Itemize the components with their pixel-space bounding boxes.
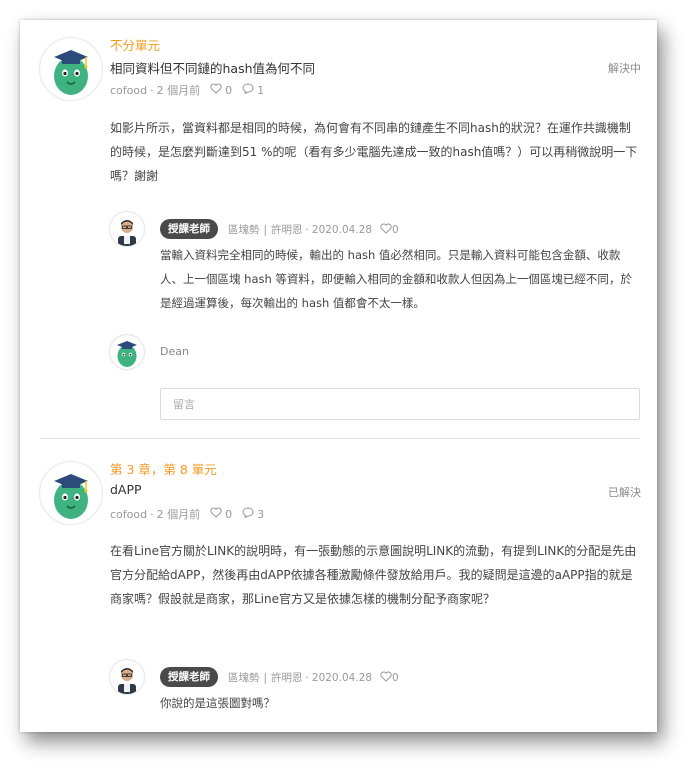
like-count: 0 — [392, 223, 399, 236]
reply-meta: 區塊勢 | 許明恩 · 2020.04.28 0 — [228, 222, 399, 237]
chat-bubble-icon[interactable] — [242, 83, 254, 97]
meta-separator: | — [263, 223, 268, 236]
user-avatar[interactable] — [40, 462, 102, 524]
course-name[interactable]: 區塊勢 — [228, 222, 260, 237]
teacher-avatar[interactable] — [110, 212, 144, 246]
reply-body: 當輸入資料完全相同的時候，輸出的 hash 值必然相同。只是輸入資料可能包含金額… — [160, 248, 632, 310]
author-name[interactable]: cofood — [110, 84, 147, 97]
post-time: 2 個月前 — [156, 84, 201, 97]
meta-separator: · — [305, 223, 309, 236]
comment-count: 3 — [257, 507, 265, 521]
commenter-avatar[interactable] — [110, 335, 144, 369]
like-count: 0 — [392, 671, 399, 684]
qa-panel: 不分單元 相同資料但不同鏈的hash值為何不同 解決中 cofood · 2 個… — [20, 20, 657, 732]
chat-bubble-icon[interactable] — [242, 507, 254, 521]
meta-separator: · — [305, 671, 309, 684]
post-time: 2 個月前 — [156, 508, 201, 521]
question-meta: cofood · 2 個月前 0 3 — [110, 506, 264, 522]
meta-separator: · — [150, 83, 154, 97]
unit-label[interactable]: 不分單元 — [110, 35, 160, 54]
reply-body: 你說的是這張圖對嗎？ — [160, 696, 275, 710]
teacher-badge: 授課老師 — [160, 219, 218, 239]
comment-count: 1 — [257, 83, 265, 97]
user-avatar[interactable] — [40, 38, 102, 100]
like-count: 0 — [225, 83, 233, 97]
mascot-icon — [54, 50, 88, 95]
teacher-name[interactable]: 許明恩 — [271, 222, 303, 237]
teacher-name[interactable]: 許明恩 — [271, 670, 303, 685]
mascot-icon — [117, 341, 137, 367]
commenter-name[interactable]: Dean — [160, 345, 189, 358]
question-meta: cofood · 2 個月前 0 1 — [110, 82, 264, 98]
reply-date: 2020.04.28 — [311, 223, 373, 236]
status-badge: 解決中 — [608, 62, 641, 75]
author-name[interactable]: cofood — [110, 508, 147, 521]
question-body: 如影片所示，當資料都是相同的時候，為何會有不同串的鏈產生不同hash的狀況？在運… — [110, 121, 638, 183]
teacher-badge: 授課老師 — [160, 667, 218, 687]
question-body: 在看Line官方關於LINK的說明時，有一張動態的示意圖說明LINK的流動，有提… — [110, 544, 637, 606]
question-divider — [40, 438, 640, 439]
mascot-icon — [54, 474, 88, 519]
comment-input[interactable] — [160, 388, 640, 420]
question-title[interactable]: 相同資料但不同鏈的hash值為何不同 — [110, 58, 315, 77]
unit-label[interactable]: 第 3 章，第 8 單元 — [110, 459, 217, 478]
heart-icon[interactable] — [210, 83, 222, 97]
reply-meta: 區塊勢 | 許明恩 · 2020.04.28 0 — [228, 670, 399, 685]
question-title[interactable]: dAPP — [110, 482, 142, 497]
heart-icon[interactable] — [210, 507, 222, 521]
meta-separator: | — [263, 671, 268, 684]
course-name[interactable]: 區塊勢 — [228, 670, 260, 685]
teacher-avatar[interactable] — [110, 660, 144, 694]
like-count: 0 — [225, 507, 233, 521]
status-badge: 已解決 — [608, 486, 641, 499]
heart-icon[interactable] — [380, 670, 392, 685]
meta-separator: · — [150, 507, 154, 521]
heart-icon[interactable] — [380, 222, 392, 237]
reply-date: 2020.04.28 — [311, 671, 373, 684]
